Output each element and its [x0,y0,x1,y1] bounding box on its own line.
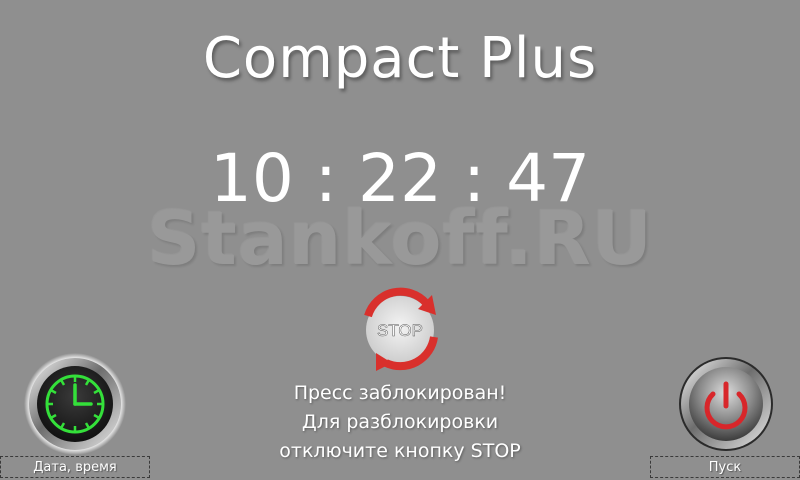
start-button[interactable] [674,352,778,456]
lock-message: Пресс заблокирован! Для разблокировки от… [200,379,600,466]
lock-message-line: Для разблокировки [301,411,499,433]
stop-badge-text: STOP [377,321,423,340]
clock-icon [24,353,126,455]
start-button-label[interactable]: Пуск [650,456,800,478]
datetime-button-label[interactable]: Дата, время [0,456,150,478]
app-title: Compact Plus [202,26,598,91]
power-icon [679,357,773,451]
lock-message-line: отключите кнопку STOP [279,440,521,462]
stop-status-indicator: STOP [348,279,452,381]
stop-cycle-icon: STOP [364,287,438,371]
lock-message-line: Пресс заблокирован! [293,382,507,404]
datetime-button[interactable] [23,352,127,456]
watermark: Stankoff.RU [147,196,653,282]
